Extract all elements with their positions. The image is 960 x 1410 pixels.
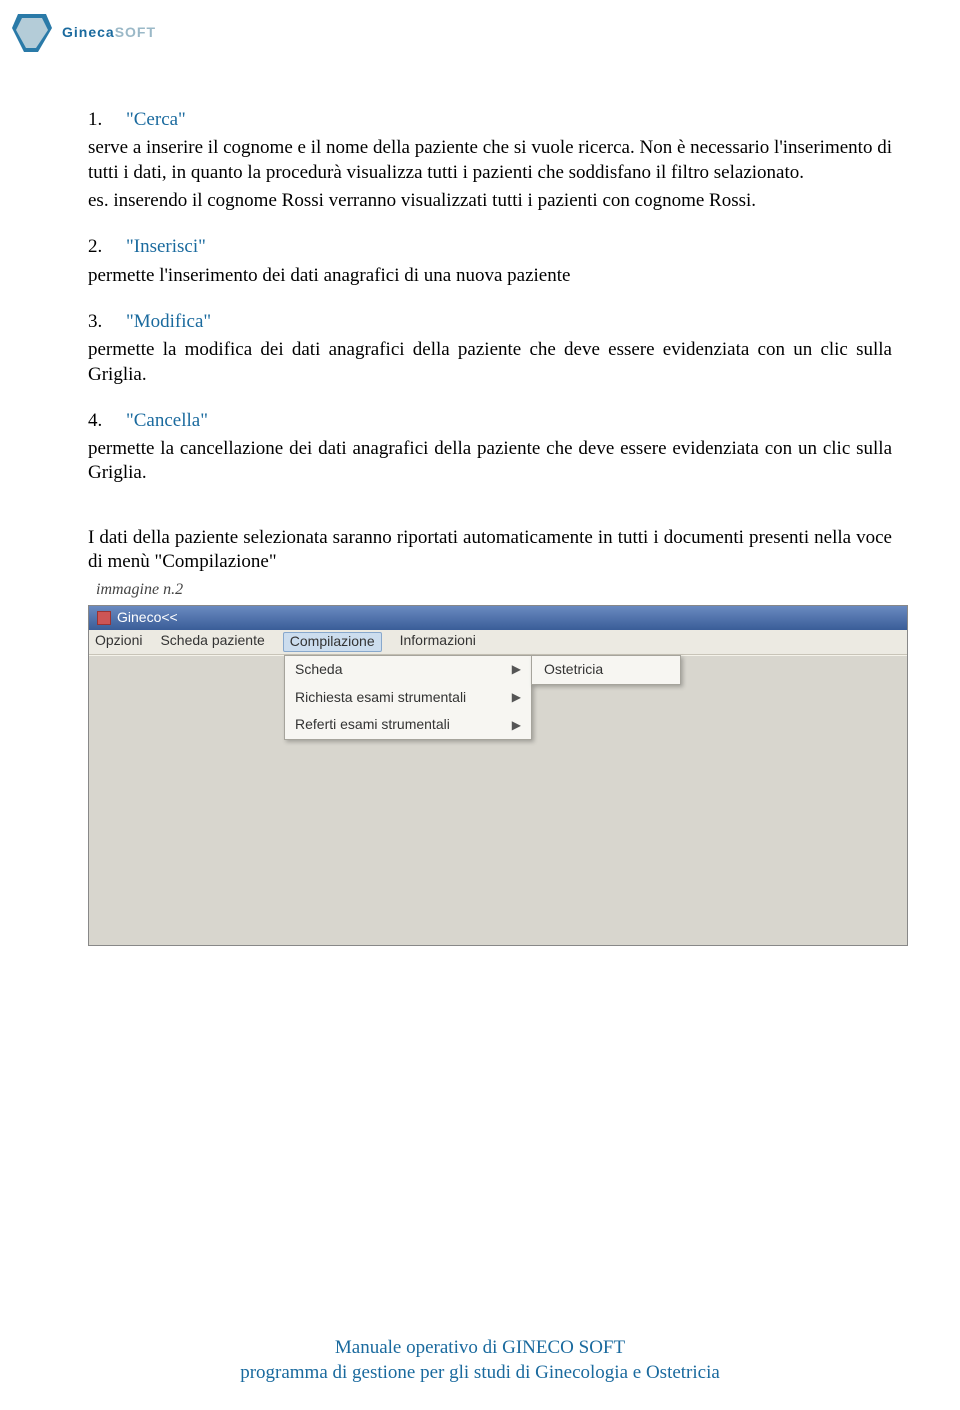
menubar: Opzioni Scheda paziente Compilazione Inf…	[89, 630, 907, 655]
footer-line2: programma di gestione per gli studi di G…	[0, 1360, 960, 1386]
logo-mark-icon	[8, 8, 56, 56]
app-screenshot: Gineco<< Opzioni Scheda paziente Compila…	[88, 605, 908, 946]
submenu-item-ostetricia[interactable]: Ostetricia	[532, 656, 680, 684]
list-number: 4.	[88, 410, 102, 431]
window-title: Gineco<<	[117, 609, 178, 627]
menu-compilazione[interactable]: Compilazione	[283, 632, 382, 652]
dropdown-compilazione: Scheda ▶ Richiesta esami strumentali ▶ R…	[284, 655, 532, 741]
header-logo: GinecaSOFT	[8, 8, 156, 56]
image-caption: immagine n.2	[96, 580, 892, 600]
paragraph: permette la cancellazione dei dati anagr…	[88, 437, 892, 486]
section-cerca: 1. "Cerca" serve a inserire il cognome e…	[88, 108, 892, 213]
section-keyword-cerca: "Cerca"	[126, 109, 186, 130]
dropdown-item-scheda[interactable]: Scheda ▶	[285, 656, 531, 684]
section-cancella: 4. "Cancella" permette la cancellazione …	[88, 409, 892, 486]
dropdown-item-label: Richiesta esami strumentali	[295, 689, 466, 707]
final-note: I dati della paziente selezionata sarann…	[88, 526, 892, 575]
app-workspace: Scheda ▶ Richiesta esami strumentali ▶ R…	[89, 655, 907, 945]
chevron-right-icon: ▶	[512, 662, 521, 677]
submenu-scheda: Ostetricia	[531, 655, 681, 685]
logo-text: GinecaSOFT	[62, 24, 156, 40]
section-keyword-modifica: "Modifica"	[126, 311, 211, 332]
menu-informazioni[interactable]: Informazioni	[400, 632, 476, 652]
dropdown-item-label: Referti esami strumentali	[295, 716, 450, 734]
footer-line1: Manuale operativo di GINECO SOFT	[0, 1335, 960, 1361]
window-titlebar: Gineco<<	[89, 606, 907, 630]
section-keyword-cancella: "Cancella"	[126, 410, 208, 431]
menu-scheda-paziente[interactable]: Scheda paziente	[160, 632, 264, 652]
document-body: 1. "Cerca" serve a inserire il cognome e…	[88, 108, 892, 946]
dropdown-item-referti[interactable]: Referti esami strumentali ▶	[285, 711, 531, 739]
paragraph: es. inserendo il cognome Rossi verranno …	[88, 189, 892, 213]
section-inserisci: 2. "Inserisci" permette l'inserimento de…	[88, 235, 892, 288]
chevron-right-icon: ▶	[512, 718, 521, 733]
app-icon	[97, 611, 111, 625]
paragraph: permette l'inserimento dei dati anagrafi…	[88, 264, 892, 288]
paragraph: permette la modifica dei dati anagrafici…	[88, 338, 892, 387]
list-number: 2.	[88, 236, 102, 257]
list-number: 3.	[88, 311, 102, 332]
paragraph: serve a inserire il cognome e il nome de…	[88, 136, 892, 185]
menu-opzioni[interactable]: Opzioni	[95, 632, 142, 652]
dropdown-item-richiesta[interactable]: Richiesta esami strumentali ▶	[285, 684, 531, 712]
section-modifica: 3. "Modifica" permette la modifica dei d…	[88, 310, 892, 387]
list-number: 1.	[88, 109, 102, 130]
section-keyword-inserisci: "Inserisci"	[126, 236, 206, 257]
dropdown-item-label: Scheda	[295, 661, 342, 679]
page-footer: Manuale operativo di GINECO SOFT program…	[0, 1335, 960, 1386]
chevron-right-icon: ▶	[512, 690, 521, 705]
